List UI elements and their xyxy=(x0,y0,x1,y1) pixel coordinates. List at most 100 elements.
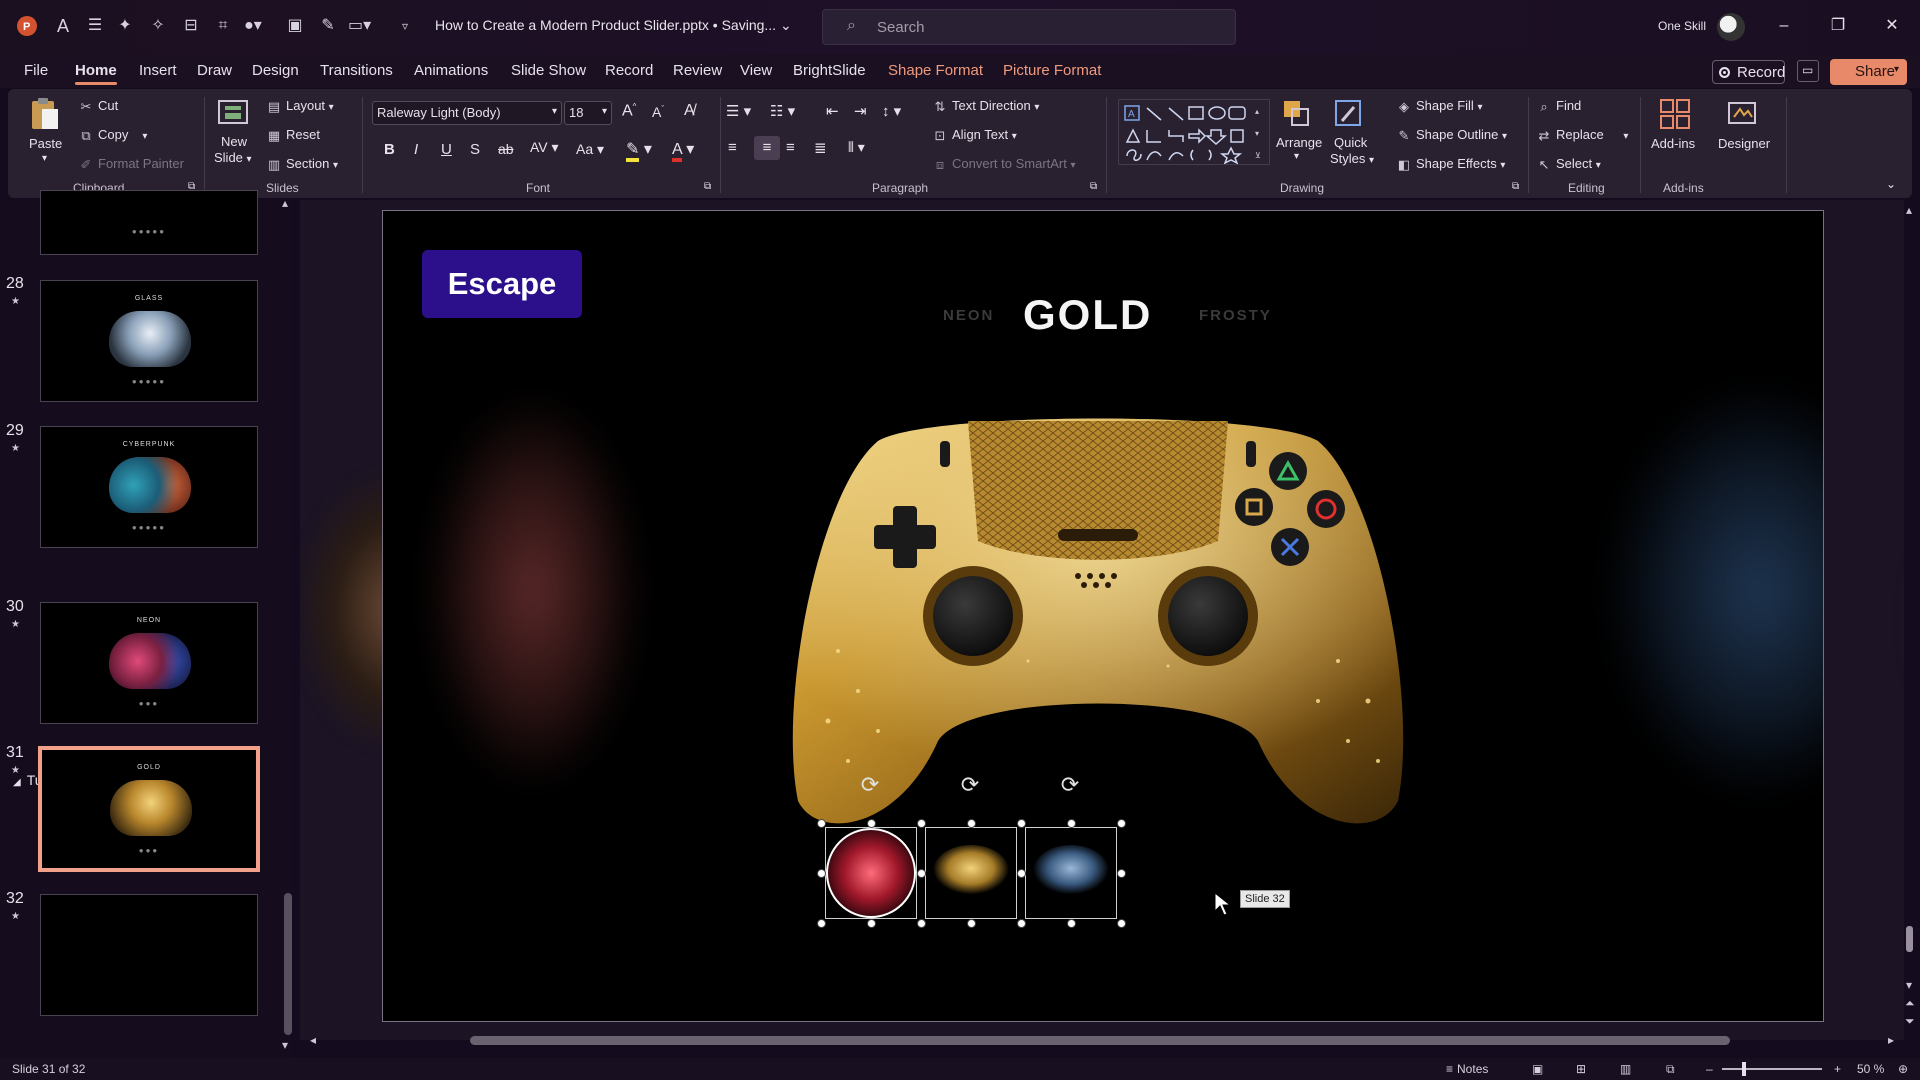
tab-transitions[interactable]: Transitions xyxy=(320,62,393,79)
add-ins-icon[interactable] xyxy=(1658,97,1692,131)
nav-item-gold[interactable]: GOLD xyxy=(1023,291,1152,339)
shapes-icon[interactable]: ✦ xyxy=(114,15,136,37)
picture-icon[interactable]: ▣ xyxy=(284,15,306,37)
zoom-slider[interactable] xyxy=(1722,1068,1822,1070)
scroll-up-icon[interactable]: ▴ xyxy=(282,196,288,210)
resize-handle[interactable] xyxy=(917,919,926,928)
shape-outline-button[interactable]: ✎ Shape Outline ▾ xyxy=(1396,127,1508,144)
tab-insert[interactable]: Insert xyxy=(139,62,177,79)
resize-handle[interactable] xyxy=(1117,919,1126,928)
scroll-left-icon[interactable]: ◂ xyxy=(310,1033,316,1047)
align-icon[interactable]: ☰ xyxy=(84,15,106,37)
find-button[interactable]: ⌕ Find xyxy=(1536,98,1581,115)
selected-thumbnail-frosty[interactable] xyxy=(1021,823,1121,923)
comments-button[interactable]: ▭ xyxy=(1797,60,1819,82)
shape-fill-button[interactable]: ◈ Shape Fill ▾ xyxy=(1396,98,1482,115)
designer-icon[interactable] xyxy=(1726,97,1760,131)
escape-button[interactable]: Escape xyxy=(422,250,582,318)
resize-handle[interactable] xyxy=(967,919,976,928)
tab-file[interactable]: File xyxy=(24,62,48,79)
resize-handle[interactable] xyxy=(1117,819,1126,828)
crop-icon[interactable]: ⌗ xyxy=(212,15,234,37)
selected-thumbnail-gold[interactable] xyxy=(921,823,1021,923)
increase-font-size-icon[interactable]: A^ xyxy=(622,102,636,120)
tab-record[interactable]: Record xyxy=(605,62,653,79)
shapes-gallery[interactable]: A ▴ ▾ ⊻ xyxy=(1118,99,1270,165)
line-spacing-icon[interactable]: ↕ ▾ xyxy=(882,102,901,120)
collapse-ribbon-icon[interactable]: ⌄ xyxy=(1886,177,1896,191)
select-button[interactable]: ↖ Select ▾ xyxy=(1536,156,1601,173)
quick-styles-label[interactable]: Styles ▾ xyxy=(1330,151,1374,166)
quick-styles-button[interactable]: Quick xyxy=(1334,135,1367,150)
dialog-launcher-icon[interactable]: ⧉ xyxy=(1090,181,1097,192)
distribute-icon[interactable]: ⊟ xyxy=(180,15,202,37)
zoom-in-icon[interactable]: + xyxy=(1834,1062,1841,1076)
bullets-icon[interactable]: ☰ ▾ xyxy=(726,102,751,120)
section-button[interactable]: ▥ Section ▾ xyxy=(266,156,338,173)
fill-icon[interactable]: ●▾ xyxy=(242,15,264,37)
new-slide-label[interactable]: Slide ▾ xyxy=(214,150,252,165)
nav-item-frosty[interactable]: FROSTY xyxy=(1199,307,1272,324)
align-right-icon[interactable]: ≡ xyxy=(786,139,795,156)
numbering-icon[interactable]: ☷ ▾ xyxy=(770,102,795,120)
scroll-down-icon[interactable]: ▾ xyxy=(1906,978,1912,992)
copy-button[interactable]: ⧉ Copy ▾ xyxy=(78,127,147,144)
arrange-dropdown-icon[interactable]: ▾ xyxy=(1294,151,1299,162)
font-color-icon[interactable]: A ▾ xyxy=(672,139,694,162)
reset-button[interactable]: ▦ Reset xyxy=(266,127,320,144)
slide-thumbnail[interactable]: NEON ●●● xyxy=(40,602,258,724)
rotate-handle-icon[interactable]: ⟳ xyxy=(857,772,883,798)
underline-icon[interactable]: U xyxy=(441,141,452,158)
scroll-right-icon[interactable]: ▸ xyxy=(1888,1033,1894,1047)
arrange-icon[interactable] xyxy=(1280,97,1314,131)
resize-handle[interactable] xyxy=(867,919,876,928)
slide-thumbnail-panel[interactable]: ●●●●● 28 ★ GLASS ●●●●● 29 ★ CYBERPUNK ●●… xyxy=(0,190,290,1058)
selected-thumbnail-neon[interactable] xyxy=(821,823,921,923)
rotate-handle-icon[interactable]: ⟳ xyxy=(1057,772,1083,798)
resize-handle[interactable] xyxy=(867,819,876,828)
tab-review[interactable]: Review xyxy=(673,62,722,79)
dialog-launcher-icon[interactable]: ⧉ xyxy=(704,181,711,192)
zoom-level[interactable]: 50 % xyxy=(1857,1062,1884,1076)
tab-draw[interactable]: Draw xyxy=(197,62,232,79)
resize-handle[interactable] xyxy=(1067,819,1076,828)
resize-handle[interactable] xyxy=(1117,869,1126,878)
align-center-icon[interactable]: ≡ xyxy=(754,136,780,160)
slide-sorter-icon[interactable]: ⊞ xyxy=(1576,1062,1586,1076)
scroll-up-icon[interactable]: ▴ xyxy=(1906,203,1912,217)
character-spacing-icon[interactable]: AV ▾ xyxy=(530,139,559,156)
cut-button[interactable]: ✂ Cut xyxy=(78,98,119,115)
paste-icon[interactable] xyxy=(28,97,62,131)
new-slide-icon[interactable] xyxy=(216,97,250,131)
add-ins-button[interactable]: Add-ins xyxy=(1651,136,1695,151)
font-family-select[interactable]: Raleway Light (Body) ▾ xyxy=(372,101,562,125)
designer-button[interactable]: Designer xyxy=(1718,136,1770,151)
new-slide-button[interactable]: New xyxy=(221,134,247,149)
zoom-out-icon[interactable]: – xyxy=(1706,1062,1713,1076)
tab-view[interactable]: View xyxy=(740,62,772,79)
tab-slide-show[interactable]: Slide Show xyxy=(511,62,586,79)
pen-icon[interactable]: ✎ xyxy=(317,15,339,37)
convert-smartart-button[interactable]: ⧈ Convert to SmartArt ▾ xyxy=(932,156,1076,173)
slide-thumbnail-selected[interactable]: GOLD ●●● xyxy=(38,746,260,872)
slide-canvas[interactable]: Escape NEON GOLD FROSTY ⟳ ⟳ ⟳ Slide 32 xyxy=(382,210,1824,1022)
normal-view-icon[interactable]: ▣ xyxy=(1532,1062,1543,1076)
strikethrough-icon[interactable]: ab xyxy=(498,141,514,157)
notes-button[interactable]: ≡ Notes xyxy=(1446,1062,1488,1076)
font-icon[interactable]: A xyxy=(52,15,74,37)
clear-formatting-icon[interactable]: A̸ xyxy=(684,102,695,120)
quick-styles-icon[interactable] xyxy=(1332,97,1366,131)
justify-icon[interactable]: ≣ xyxy=(814,139,827,157)
slide-thumbnail[interactable] xyxy=(40,894,258,1016)
paste-button[interactable]: Paste xyxy=(29,136,62,151)
shadow-icon[interactable]: S xyxy=(470,141,480,158)
share-button[interactable]: Share ▾ xyxy=(1830,59,1907,85)
slide-thumbnail[interactable]: GLASS ●●●●● xyxy=(40,280,258,402)
decrease-indent-icon[interactable]: ⇤ xyxy=(826,102,839,120)
columns-icon[interactable]: ⫴ ▾ xyxy=(848,139,865,156)
customize-qat-icon[interactable]: ▿ xyxy=(394,15,416,37)
resize-handle[interactable] xyxy=(917,869,926,878)
paste-dropdown-icon[interactable]: ▾ xyxy=(42,153,47,164)
horizontal-scrollbar[interactable] xyxy=(470,1036,1730,1045)
align-left-icon[interactable]: ≡ xyxy=(728,139,737,156)
